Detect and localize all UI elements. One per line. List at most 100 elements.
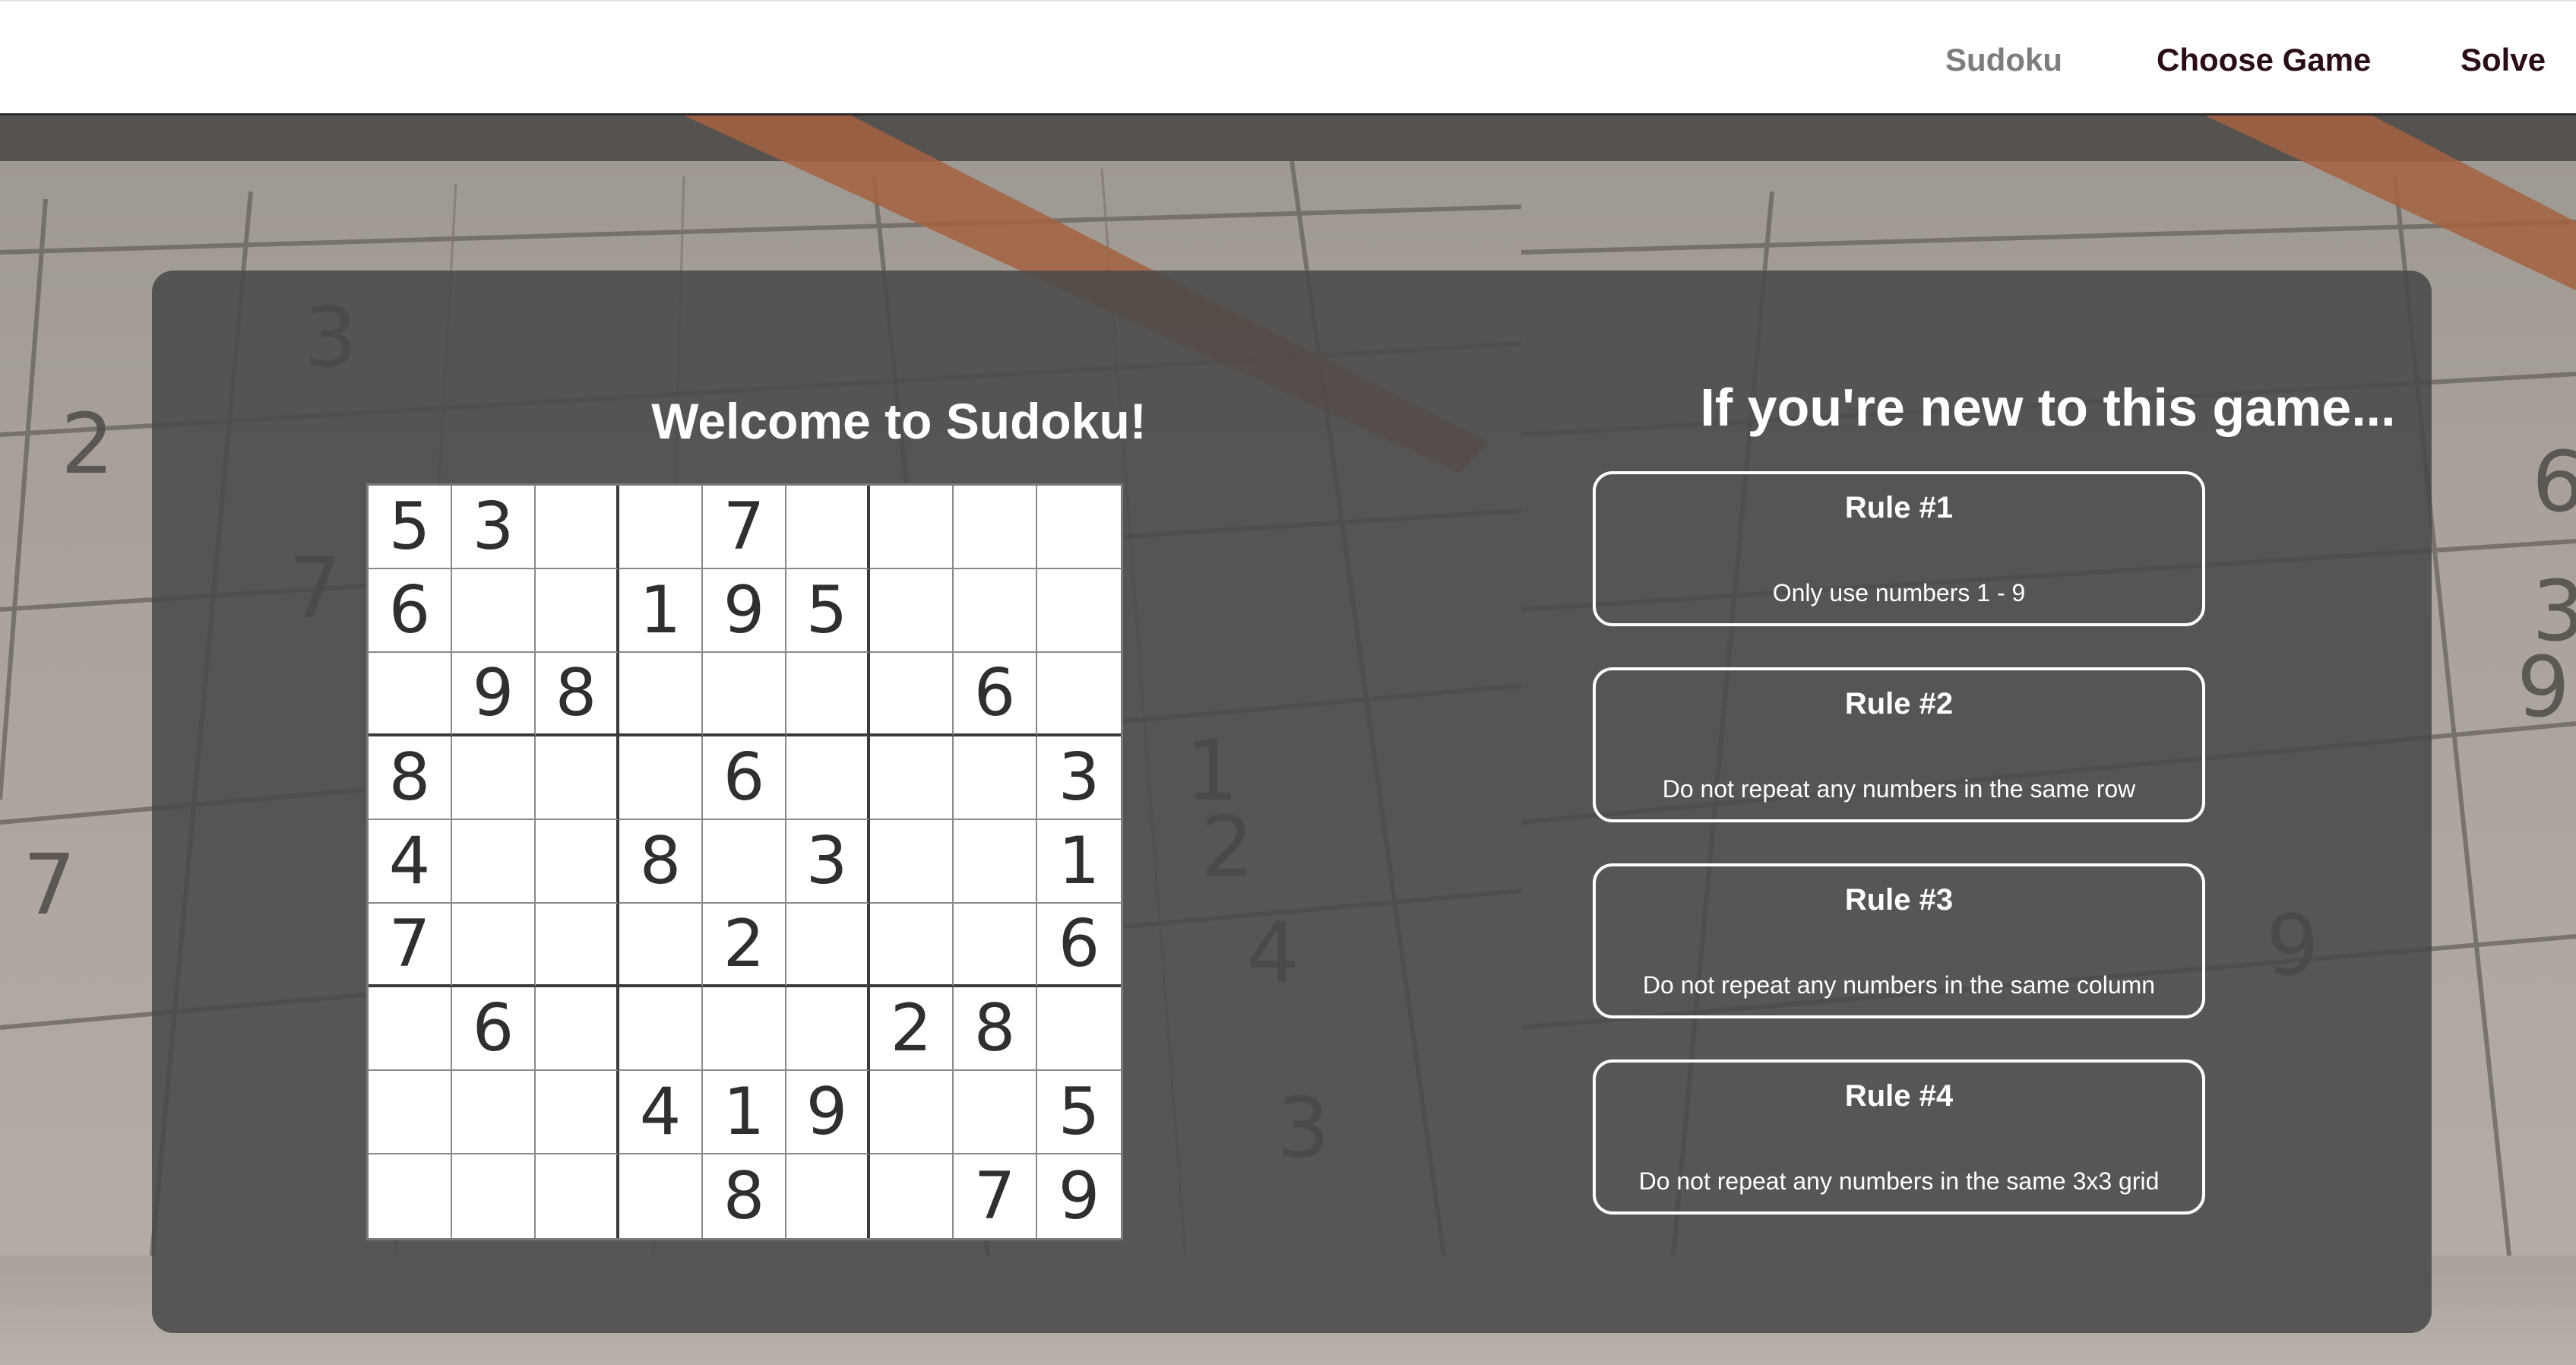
sudoku-cell[interactable] [452, 569, 536, 653]
sudoku-cell[interactable] [369, 1071, 452, 1154]
sudoku-cell[interactable] [452, 904, 536, 987]
sudoku-cell[interactable] [954, 904, 1037, 987]
sudoku-cell[interactable] [954, 820, 1037, 904]
sudoku-cell[interactable]: 8 [954, 987, 1037, 1071]
sudoku-cell[interactable]: 5 [369, 486, 452, 569]
sudoku-cell[interactable] [954, 486, 1037, 569]
sudoku-cell[interactable] [536, 569, 619, 653]
sudoku-cell[interactable] [452, 820, 536, 904]
sudoku-cell[interactable] [369, 1154, 452, 1238]
sudoku-cell[interactable] [1037, 569, 1121, 653]
sudoku-cell[interactable] [619, 987, 703, 1071]
sudoku-cell[interactable]: 9 [786, 1071, 870, 1154]
sudoku-cell[interactable] [786, 653, 870, 736]
rule-text: Do not repeat any numbers in the same co… [1642, 971, 2156, 999]
sudoku-cell[interactable]: 9 [703, 569, 786, 653]
sudoku-cell[interactable]: 4 [369, 820, 452, 904]
sudoku-cell[interactable]: 1 [703, 1071, 786, 1154]
sudoku-cell[interactable] [954, 569, 1037, 653]
rule-card-1: Rule #1 Only use numbers 1 - 9 [1593, 471, 2205, 626]
sudoku-cell[interactable] [786, 1154, 870, 1238]
top-nav: Sudoku Choose Game Solve [0, 0, 2576, 116]
sudoku-cell[interactable]: 6 [1037, 904, 1121, 987]
sudoku-cell[interactable]: 3 [1037, 736, 1121, 820]
sudoku-cell[interactable] [786, 904, 870, 987]
sudoku-cell[interactable]: 8 [536, 653, 619, 736]
nav-solve-link[interactable]: Solve [2460, 41, 2546, 79]
sudoku-cell[interactable]: 5 [786, 569, 870, 653]
sudoku-cell[interactable]: 8 [369, 736, 452, 820]
sudoku-cell[interactable]: 3 [786, 820, 870, 904]
sudoku-cell[interactable]: 7 [954, 1154, 1037, 1238]
rules-heading: If you're new to this game... [1700, 378, 2396, 437]
sudoku-cell[interactable]: 1 [619, 569, 703, 653]
sudoku-cell[interactable]: 4 [619, 1071, 703, 1154]
sudoku-cell[interactable] [1037, 653, 1121, 736]
sudoku-cell[interactable] [954, 736, 1037, 820]
sudoku-cell[interactable] [619, 736, 703, 820]
sudoku-cell[interactable]: 6 [703, 736, 786, 820]
sudoku-cell[interactable]: 6 [369, 569, 452, 653]
sudoku-cell[interactable] [536, 987, 619, 1071]
sudoku-cell[interactable]: 7 [703, 486, 786, 569]
rule-text: Do not repeat any numbers in the same 3x… [1638, 1167, 2160, 1195]
rule-title: Rule #4 [1844, 1079, 1954, 1113]
sudoku-cell[interactable] [786, 987, 870, 1071]
sudoku-cell[interactable] [452, 1154, 536, 1238]
sudoku-cell[interactable]: 6 [452, 987, 536, 1071]
nav-sudoku-link[interactable]: Sudoku [1945, 41, 2062, 79]
sudoku-cell[interactable]: 3 [452, 486, 536, 569]
svg-text:3: 3 [2532, 562, 2576, 660]
sudoku-cell[interactable] [452, 1071, 536, 1154]
sudoku-cell[interactable]: 6 [954, 653, 1037, 736]
sudoku-cell[interactable] [870, 904, 954, 987]
sudoku-cell[interactable] [703, 987, 786, 1071]
sudoku-cell[interactable] [369, 653, 452, 736]
rule-card-3: Rule #3 Do not repeat any numbers in the… [1593, 863, 2205, 1018]
sudoku-cell[interactable] [619, 486, 703, 569]
sudoku-cell[interactable] [619, 653, 703, 736]
sudoku-cell[interactable] [619, 904, 703, 987]
sudoku-cell[interactable] [786, 486, 870, 569]
sudoku-cell[interactable] [619, 1154, 703, 1238]
rule-title: Rule #3 [1844, 883, 1954, 917]
sudoku-cell[interactable] [452, 736, 536, 820]
sudoku-cell[interactable]: 2 [870, 987, 954, 1071]
sudoku-cell[interactable] [870, 736, 954, 820]
sudoku-cell[interactable] [954, 1071, 1037, 1154]
sudoku-cell[interactable] [369, 987, 452, 1071]
sudoku-cell[interactable]: 8 [703, 1154, 786, 1238]
sudoku-cell[interactable] [870, 486, 954, 569]
sudoku-cell[interactable] [870, 653, 954, 736]
sudoku-cell[interactable]: 9 [452, 653, 536, 736]
sudoku-cell[interactable] [703, 820, 786, 904]
welcome-title: Welcome to Sudoku! [651, 393, 1147, 449]
rule-text: Only use numbers 1 - 9 [1772, 579, 2026, 606]
nav-choose-game-link[interactable]: Choose Game [2157, 41, 2371, 79]
sudoku-cell[interactable]: 9 [1037, 1154, 1121, 1238]
sudoku-cell[interactable]: 7 [369, 904, 452, 987]
sudoku-cell[interactable] [536, 736, 619, 820]
sudoku-cell[interactable] [536, 486, 619, 569]
sudoku-cell[interactable] [870, 569, 954, 653]
sudoku-cell[interactable] [536, 1071, 619, 1154]
sudoku-cell[interactable]: 8 [619, 820, 703, 904]
rule-card-4: Rule #4 Do not repeat any numbers in the… [1593, 1059, 2205, 1215]
sudoku-cell[interactable] [703, 653, 786, 736]
sudoku-cell[interactable] [1037, 987, 1121, 1071]
sudoku-cell[interactable]: 1 [1037, 820, 1121, 904]
svg-text:6: 6 [2532, 433, 2576, 530]
sudoku-cell[interactable] [536, 1154, 619, 1238]
rule-text: Do not repeat any numbers in the same ro… [1662, 775, 2136, 803]
sudoku-cell[interactable] [786, 736, 870, 820]
sudoku-cell[interactable] [1037, 486, 1121, 569]
sudoku-board: 537619598686348317266284195879 [366, 483, 1123, 1240]
sudoku-cell[interactable] [870, 1071, 954, 1154]
sudoku-cell[interactable]: 5 [1037, 1071, 1121, 1154]
sudoku-cell[interactable] [536, 904, 619, 987]
sudoku-cell[interactable] [870, 1154, 954, 1238]
sudoku-cell[interactable] [536, 820, 619, 904]
svg-text:7: 7 [23, 836, 76, 933]
sudoku-cell[interactable] [870, 820, 954, 904]
sudoku-cell[interactable]: 2 [703, 904, 786, 987]
